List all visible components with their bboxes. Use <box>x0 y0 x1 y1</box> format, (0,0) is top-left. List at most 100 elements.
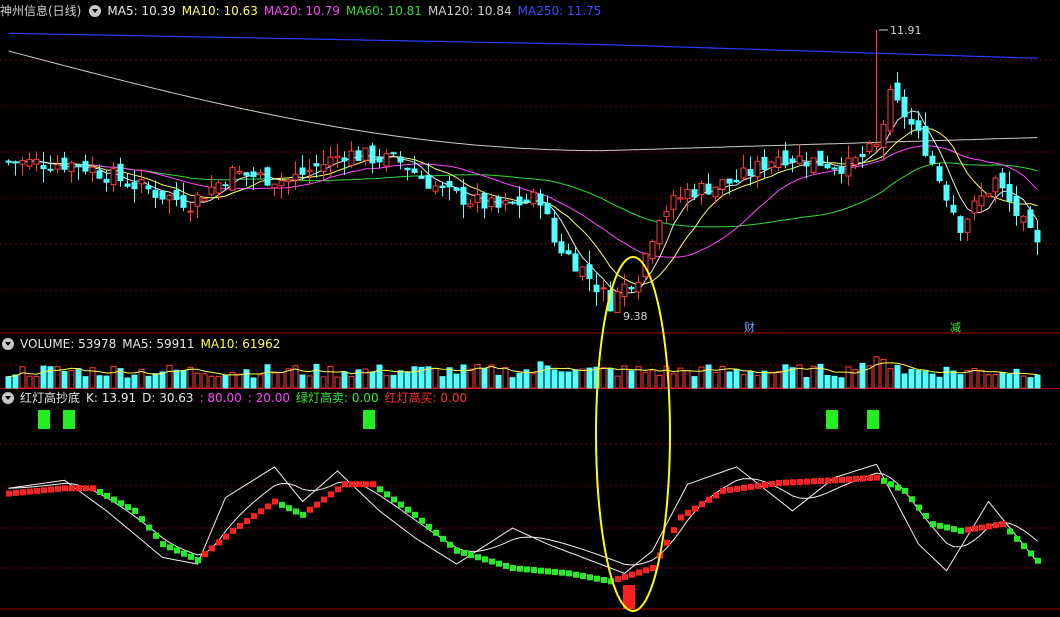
candle <box>971 195 978 221</box>
high-price-label: 11.91 <box>890 24 922 37</box>
lamp-step <box>468 552 474 559</box>
volume-bar <box>96 375 103 389</box>
candle <box>789 155 796 173</box>
green-sell-readout: 绿灯高卖: 0.00 <box>296 391 379 405</box>
volume-bar <box>558 371 565 389</box>
k-readout: K: 13.91 <box>86 391 137 405</box>
candle-body <box>166 194 173 201</box>
reduce-marker[interactable]: 减 <box>948 319 963 335</box>
lamp-step <box>454 547 460 554</box>
volume-bar <box>803 377 810 389</box>
candle-body <box>138 179 145 185</box>
candle-body <box>740 167 747 179</box>
candle <box>446 176 453 201</box>
candle-body <box>999 172 1006 189</box>
volume-bar <box>824 375 831 389</box>
lamp-step <box>6 490 12 497</box>
candle <box>467 199 474 209</box>
candle-body <box>425 174 432 189</box>
candle <box>502 193 509 212</box>
candle-body <box>873 143 880 147</box>
candle-body <box>439 185 446 188</box>
volume-bar <box>705 364 712 389</box>
candle <box>418 170 425 179</box>
lamp-step <box>601 577 607 584</box>
candle <box>96 164 103 180</box>
lamp-step <box>734 485 740 492</box>
candle <box>236 165 243 175</box>
candle <box>747 156 754 186</box>
lamp-step <box>230 527 236 534</box>
volume-bar <box>894 365 901 389</box>
kline-chart-window[interactable]: 11.91 9.38 神州信息(日线) MA5: 10.39 MA10: 10.63 M… <box>0 0 1060 614</box>
lamp-step <box>391 496 397 503</box>
lamp-step <box>951 526 957 533</box>
lamp-step <box>594 575 600 582</box>
dropdown-icon[interactable] <box>2 338 14 350</box>
candle-body <box>530 191 537 205</box>
candle-body <box>467 203 474 207</box>
volume-bar <box>243 369 250 389</box>
volume-bar <box>530 372 537 389</box>
volume-bar <box>411 366 418 389</box>
lamp-step <box>958 527 964 534</box>
candle <box>19 156 26 176</box>
volume-bar <box>103 375 110 389</box>
lamp-step <box>902 487 908 494</box>
volume-bar <box>978 369 985 389</box>
lamp-step <box>447 541 453 548</box>
low-price-label: 9.38 <box>623 310 648 323</box>
candle <box>173 181 180 207</box>
volume-bar <box>985 374 992 389</box>
candle <box>663 204 670 224</box>
candle-body <box>635 281 642 293</box>
lamp-step <box>986 523 992 530</box>
candle-body <box>1034 229 1041 243</box>
volume-bar <box>278 371 285 389</box>
lamp-step <box>244 518 250 525</box>
lamp-step <box>874 474 880 481</box>
candle <box>61 151 68 173</box>
lamp-step <box>174 547 180 554</box>
volume-bar <box>761 370 768 389</box>
candle <box>1020 214 1027 232</box>
chart-canvas[interactable]: 11.91 9.38 <box>0 0 1060 614</box>
candle <box>761 149 768 178</box>
finance-marker[interactable]: 财 <box>742 319 757 335</box>
lamp-step <box>762 481 768 488</box>
candle-body <box>222 184 229 187</box>
dropdown-icon[interactable] <box>89 5 102 17</box>
volume-bar <box>509 377 516 389</box>
candle-body <box>887 89 894 132</box>
lamp-step <box>300 511 306 518</box>
candle <box>957 215 964 241</box>
candle <box>894 72 901 103</box>
volume-bar <box>299 374 306 389</box>
lamp-step <box>377 486 383 493</box>
candle-body <box>54 164 61 170</box>
lamp-step <box>1007 528 1013 535</box>
lamp-step <box>706 496 712 503</box>
candle <box>544 195 551 215</box>
candle <box>516 186 523 219</box>
candle <box>705 173 712 195</box>
candle-body <box>159 190 166 200</box>
candle <box>460 178 467 219</box>
volume-bar <box>152 373 159 389</box>
volume-bar <box>992 374 999 389</box>
volume-bar <box>971 368 978 389</box>
candle <box>684 182 691 212</box>
candle-body <box>831 167 838 170</box>
ma60-readout: MA60: 10.81 <box>345 4 422 18</box>
candle-body <box>978 195 985 207</box>
candle <box>292 161 299 190</box>
candle-body <box>474 194 481 203</box>
candle-body <box>558 241 565 254</box>
candle-body <box>943 184 950 201</box>
candle-body <box>936 166 943 182</box>
volume-bar <box>222 374 229 389</box>
candle-body <box>726 178 733 184</box>
lamp-step <box>923 512 929 519</box>
moving-average-lines <box>8 32 1038 294</box>
dropdown-icon[interactable] <box>2 392 14 404</box>
